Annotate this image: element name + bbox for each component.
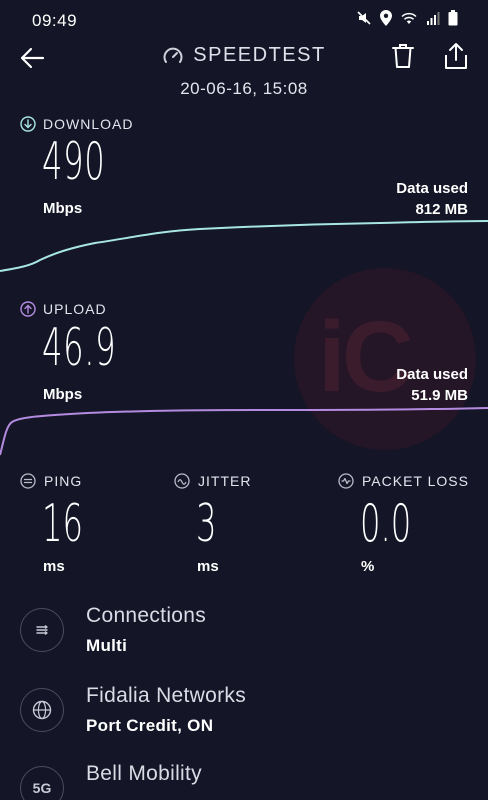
trash-icon bbox=[392, 44, 414, 68]
download-graph bbox=[0, 220, 488, 272]
packet-loss-value: 0.0 bbox=[360, 494, 412, 554]
status-time: 09:49 bbox=[32, 11, 78, 30]
packet-loss-unit: % bbox=[361, 558, 375, 575]
provider-title: Fidalia Networks bbox=[86, 684, 247, 707]
upload-arrow-icon bbox=[20, 301, 36, 317]
5g-icon: 5G bbox=[20, 766, 64, 800]
connections-value: Multi bbox=[86, 636, 128, 655]
status-icons bbox=[356, 10, 458, 26]
upload-label-row: UPLOAD bbox=[20, 301, 107, 317]
packet-loss-icon bbox=[338, 473, 354, 489]
top-bar: SPEEDTEST 20-06-16, 15:08 bbox=[0, 40, 488, 110]
download-label-row: DOWNLOAD bbox=[20, 116, 133, 132]
carrier-title: Bell Mobility bbox=[86, 762, 202, 785]
download-value: 490 bbox=[42, 132, 106, 192]
mute-icon bbox=[357, 11, 371, 25]
connections-row: Connections Multi bbox=[20, 604, 468, 664]
location-icon bbox=[380, 10, 392, 26]
signal-icon bbox=[427, 12, 440, 25]
share-icon bbox=[445, 43, 467, 69]
download-arrow-icon bbox=[20, 116, 36, 132]
wifi-icon bbox=[401, 12, 417, 24]
battery-icon bbox=[448, 10, 458, 26]
upload-graph bbox=[0, 407, 488, 456]
ping-label-row: PING bbox=[20, 473, 82, 489]
upload-data-used-label: Data used bbox=[396, 366, 468, 383]
jitter-unit: ms bbox=[197, 558, 219, 575]
connections-icon bbox=[20, 608, 64, 652]
speedometer-icon bbox=[163, 47, 183, 63]
app-title: SPEEDTEST bbox=[193, 44, 326, 66]
app-title-group: SPEEDTEST bbox=[162, 44, 325, 67]
test-date: 20-06-16, 15:08 bbox=[180, 79, 308, 98]
globe-icon bbox=[20, 688, 64, 732]
status-bar: 09:49 bbox=[0, 0, 488, 40]
upload-label: UPLOAD bbox=[43, 301, 107, 317]
upload-value: 46.9 bbox=[42, 318, 117, 378]
carrier-row: 5G Bell Mobility bbox=[20, 762, 468, 800]
provider-row: Fidalia Networks Port Credit, ON bbox=[20, 684, 468, 744]
ping-icon bbox=[20, 473, 36, 489]
ping-unit: ms bbox=[43, 558, 65, 575]
download-label: DOWNLOAD bbox=[43, 116, 134, 132]
delete-button[interactable] bbox=[390, 42, 416, 70]
ping-label: PING bbox=[44, 473, 83, 489]
jitter-icon bbox=[174, 473, 190, 489]
jitter-label-row: JITTER bbox=[174, 473, 251, 489]
ping-value: 16 bbox=[42, 494, 84, 554]
share-button[interactable] bbox=[443, 42, 469, 70]
download-data-used-label: Data used bbox=[396, 180, 468, 197]
provider-location: Port Credit, ON bbox=[86, 716, 214, 735]
connections-title: Connections bbox=[86, 604, 207, 627]
packet-loss-label: PACKET LOSS bbox=[362, 473, 469, 489]
jitter-value: 3 bbox=[196, 494, 217, 554]
jitter-label: JITTER bbox=[198, 473, 252, 489]
packet-loss-label-row: PACKET LOSS bbox=[338, 473, 469, 489]
